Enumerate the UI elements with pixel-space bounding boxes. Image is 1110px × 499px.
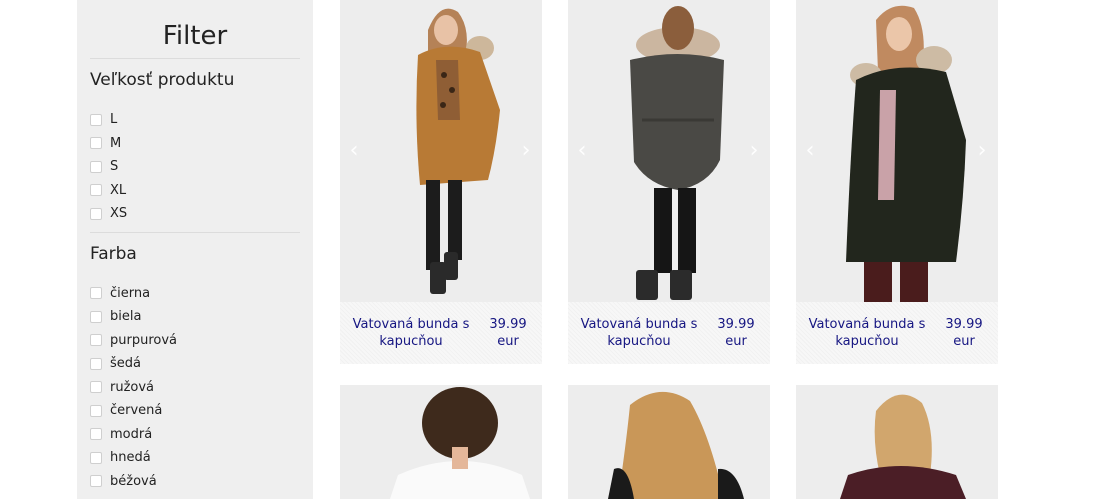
color-checkbox[interactable] bbox=[90, 287, 102, 300]
product-photo bbox=[340, 0, 542, 302]
size-option-label: XL bbox=[110, 182, 127, 198]
size-option-l[interactable]: L bbox=[90, 108, 313, 132]
product-photo bbox=[796, 385, 998, 499]
product-photo bbox=[340, 385, 542, 499]
size-option-xl[interactable]: XL bbox=[90, 179, 313, 203]
product-card[interactable]: ‹ › Vatovaná bunda s kapucňou 39.99 eur bbox=[796, 0, 998, 364]
color-option-red[interactable]: červená bbox=[90, 399, 313, 423]
product-image[interactable]: ‹ › bbox=[568, 0, 770, 302]
divider bbox=[90, 231, 300, 233]
divider bbox=[90, 58, 300, 59]
product-photo bbox=[796, 0, 998, 302]
color-checkbox[interactable] bbox=[90, 404, 102, 417]
product-name[interactable]: Vatovaná bunda s kapucňou bbox=[796, 316, 938, 350]
product-photo bbox=[568, 385, 770, 499]
chevron-left-icon[interactable]: ‹ bbox=[575, 140, 589, 162]
size-checkbox[interactable] bbox=[90, 184, 102, 197]
product-card[interactable]: ‹ › Vatovaná bunda s kapucňou 39.99 eur bbox=[568, 0, 770, 364]
chevron-right-icon[interactable]: › bbox=[975, 140, 989, 162]
color-checkbox[interactable] bbox=[90, 357, 102, 370]
color-checkbox[interactable] bbox=[90, 475, 102, 488]
product-card[interactable]: ‹ › Vatovaná bunda s kapucňou 39.99 eur bbox=[340, 0, 542, 364]
price-currency: eur bbox=[497, 334, 519, 349]
product-name[interactable]: Vatovaná bunda s kapucňou bbox=[340, 316, 482, 350]
product-image[interactable] bbox=[340, 385, 542, 499]
color-option-label: červená bbox=[110, 403, 163, 419]
product-image[interactable]: ‹ › bbox=[340, 0, 542, 302]
product-card[interactable] bbox=[568, 385, 770, 499]
size-option-m[interactable]: M bbox=[90, 132, 313, 156]
color-checkbox[interactable] bbox=[90, 381, 102, 394]
color-checkbox[interactable] bbox=[90, 451, 102, 464]
chevron-right-icon[interactable]: › bbox=[747, 140, 761, 162]
product-info: Vatovaná bunda s kapucňou 39.99 eur bbox=[568, 302, 770, 364]
color-option-label: šedá bbox=[110, 356, 141, 372]
color-option-label: modrá bbox=[110, 426, 153, 442]
color-option-label: biela bbox=[110, 309, 142, 325]
size-option-s[interactable]: S bbox=[90, 155, 313, 179]
color-option-purple[interactable]: purpurová bbox=[90, 329, 313, 353]
size-option-xs[interactable]: XS bbox=[90, 202, 313, 226]
product-card[interactable] bbox=[340, 385, 542, 499]
color-option-label: hnedá bbox=[110, 450, 151, 466]
filter-sidebar: Filter Veľkosť produktu L M S XL XS Farb… bbox=[77, 0, 313, 499]
color-option-blue[interactable]: modrá bbox=[90, 423, 313, 447]
color-option-label: purpurová bbox=[110, 332, 177, 348]
color-option-grey[interactable]: šedá bbox=[90, 352, 313, 376]
color-checkbox[interactable] bbox=[90, 310, 102, 323]
color-option-pink[interactable]: ružová bbox=[90, 376, 313, 400]
color-option-black[interactable]: čierna bbox=[90, 282, 313, 306]
price-value: 39.99 bbox=[945, 317, 983, 332]
color-option-label: ružová bbox=[110, 379, 155, 395]
color-option-brown[interactable]: hnedá bbox=[90, 446, 313, 470]
color-checkbox[interactable] bbox=[90, 428, 102, 441]
filter-title: Filter bbox=[162, 21, 228, 51]
price-currency: eur bbox=[953, 334, 975, 349]
size-checkbox[interactable] bbox=[90, 160, 102, 173]
product-info: Vatovaná bunda s kapucňou 39.99 eur bbox=[796, 302, 998, 364]
price-value: 39.99 bbox=[489, 317, 527, 332]
product-price: 39.99 eur bbox=[482, 316, 534, 350]
color-option-beige[interactable]: béžová bbox=[90, 470, 313, 494]
chevron-right-icon[interactable]: › bbox=[519, 140, 533, 162]
color-checkbox[interactable] bbox=[90, 334, 102, 347]
chevron-left-icon[interactable]: ‹ bbox=[803, 140, 817, 162]
size-checkbox[interactable] bbox=[90, 113, 102, 126]
price-value: 39.99 bbox=[717, 317, 755, 332]
size-checkbox[interactable] bbox=[90, 207, 102, 220]
color-option-white[interactable]: biela bbox=[90, 305, 313, 329]
size-option-label: M bbox=[110, 135, 122, 151]
product-name[interactable]: Vatovaná bunda s kapucňou bbox=[568, 316, 710, 350]
product-image[interactable]: ‹ › bbox=[796, 0, 998, 302]
product-image[interactable] bbox=[796, 385, 998, 499]
product-photo bbox=[568, 0, 770, 302]
product-price: 39.99 eur bbox=[938, 316, 990, 350]
size-checkbox[interactable] bbox=[90, 137, 102, 150]
size-section-title: Veľkosť produktu bbox=[90, 70, 235, 90]
color-option-label: čierna bbox=[110, 285, 151, 301]
chevron-left-icon[interactable]: ‹ bbox=[347, 140, 361, 162]
price-currency: eur bbox=[725, 334, 747, 349]
color-section-title: Farba bbox=[90, 243, 137, 264]
size-option-label: XS bbox=[110, 206, 128, 222]
product-price: 39.99 eur bbox=[710, 316, 762, 350]
color-option-label: béžová bbox=[110, 473, 157, 489]
color-option-partial[interactable] bbox=[90, 493, 313, 499]
product-info: Vatovaná bunda s kapucňou 39.99 eur bbox=[340, 302, 542, 364]
product-image[interactable] bbox=[568, 385, 770, 499]
product-card[interactable] bbox=[796, 385, 998, 499]
size-option-label: S bbox=[110, 159, 119, 175]
size-option-label: L bbox=[110, 112, 118, 128]
